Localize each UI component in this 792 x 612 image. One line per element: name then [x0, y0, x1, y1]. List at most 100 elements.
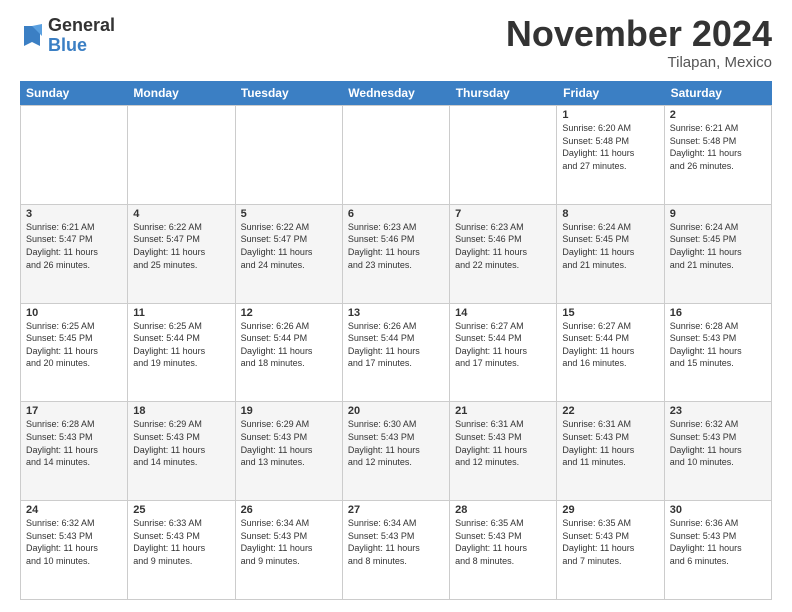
day-number: 5 [241, 208, 337, 220]
header-tuesday: Tuesday [235, 81, 342, 105]
calendar-cell: 13Sunrise: 6:26 AMSunset: 5:44 PMDayligh… [343, 304, 450, 403]
calendar-cell: 12Sunrise: 6:26 AMSunset: 5:44 PMDayligh… [236, 304, 343, 403]
calendar-cell: 7Sunrise: 6:23 AMSunset: 5:46 PMDaylight… [450, 205, 557, 304]
day-number: 24 [26, 504, 122, 516]
month-title: November 2024 [506, 16, 772, 52]
day-info: Sunrise: 6:25 AMSunset: 5:45 PMDaylight:… [26, 320, 122, 370]
day-info: Sunrise: 6:36 AMSunset: 5:43 PMDaylight:… [670, 517, 766, 567]
day-info: Sunrise: 6:25 AMSunset: 5:44 PMDaylight:… [133, 320, 229, 370]
day-number: 3 [26, 208, 122, 220]
day-number: 1 [562, 109, 658, 121]
day-number: 12 [241, 307, 337, 319]
calendar-cell: 29Sunrise: 6:35 AMSunset: 5:43 PMDayligh… [557, 501, 664, 600]
header-thursday: Thursday [450, 81, 557, 105]
calendar-cell: 3Sunrise: 6:21 AMSunset: 5:47 PMDaylight… [21, 205, 128, 304]
day-info: Sunrise: 6:23 AMSunset: 5:46 PMDaylight:… [348, 221, 444, 271]
day-info: Sunrise: 6:34 AMSunset: 5:43 PMDaylight:… [348, 517, 444, 567]
calendar-cell: 17Sunrise: 6:28 AMSunset: 5:43 PMDayligh… [21, 402, 128, 501]
day-number: 8 [562, 208, 658, 220]
day-number: 18 [133, 405, 229, 417]
calendar-row-3: 10Sunrise: 6:25 AMSunset: 5:45 PMDayligh… [21, 304, 772, 403]
calendar-cell [450, 106, 557, 205]
calendar-row-4: 17Sunrise: 6:28 AMSunset: 5:43 PMDayligh… [21, 402, 772, 501]
calendar-cell: 28Sunrise: 6:35 AMSunset: 5:43 PMDayligh… [450, 501, 557, 600]
location: Tilapan, Mexico [506, 54, 772, 71]
calendar-cell: 21Sunrise: 6:31 AMSunset: 5:43 PMDayligh… [450, 402, 557, 501]
calendar-cell: 22Sunrise: 6:31 AMSunset: 5:43 PMDayligh… [557, 402, 664, 501]
header-friday: Friday [557, 81, 664, 105]
calendar-cell: 24Sunrise: 6:32 AMSunset: 5:43 PMDayligh… [21, 501, 128, 600]
calendar-cell: 23Sunrise: 6:32 AMSunset: 5:43 PMDayligh… [665, 402, 772, 501]
calendar-cell: 11Sunrise: 6:25 AMSunset: 5:44 PMDayligh… [128, 304, 235, 403]
day-number: 16 [670, 307, 766, 319]
calendar-row-5: 24Sunrise: 6:32 AMSunset: 5:43 PMDayligh… [21, 501, 772, 600]
day-info: Sunrise: 6:22 AMSunset: 5:47 PMDaylight:… [241, 221, 337, 271]
day-info: Sunrise: 6:24 AMSunset: 5:45 PMDaylight:… [670, 221, 766, 271]
header: General Blue November 2024 Tilapan, Mexi… [20, 16, 772, 71]
calendar-cell: 20Sunrise: 6:30 AMSunset: 5:43 PMDayligh… [343, 402, 450, 501]
calendar-cell: 16Sunrise: 6:28 AMSunset: 5:43 PMDayligh… [665, 304, 772, 403]
day-number: 22 [562, 405, 658, 417]
day-info: Sunrise: 6:27 AMSunset: 5:44 PMDaylight:… [455, 320, 551, 370]
day-info: Sunrise: 6:26 AMSunset: 5:44 PMDaylight:… [241, 320, 337, 370]
day-info: Sunrise: 6:27 AMSunset: 5:44 PMDaylight:… [562, 320, 658, 370]
calendar-cell: 2Sunrise: 6:21 AMSunset: 5:48 PMDaylight… [665, 106, 772, 205]
day-number: 27 [348, 504, 444, 516]
calendar-cell: 18Sunrise: 6:29 AMSunset: 5:43 PMDayligh… [128, 402, 235, 501]
header-saturday: Saturday [665, 81, 772, 105]
day-info: Sunrise: 6:33 AMSunset: 5:43 PMDaylight:… [133, 517, 229, 567]
calendar-cell: 19Sunrise: 6:29 AMSunset: 5:43 PMDayligh… [236, 402, 343, 501]
day-number: 6 [348, 208, 444, 220]
day-number: 25 [133, 504, 229, 516]
title-block: November 2024 Tilapan, Mexico [506, 16, 772, 71]
day-number: 19 [241, 405, 337, 417]
calendar-cell: 25Sunrise: 6:33 AMSunset: 5:43 PMDayligh… [128, 501, 235, 600]
calendar-cell: 6Sunrise: 6:23 AMSunset: 5:46 PMDaylight… [343, 205, 450, 304]
day-number: 14 [455, 307, 551, 319]
day-number: 17 [26, 405, 122, 417]
day-number: 10 [26, 307, 122, 319]
logo-icon [20, 22, 44, 50]
day-info: Sunrise: 6:29 AMSunset: 5:43 PMDaylight:… [241, 418, 337, 468]
day-number: 15 [562, 307, 658, 319]
calendar-cell: 30Sunrise: 6:36 AMSunset: 5:43 PMDayligh… [665, 501, 772, 600]
header-wednesday: Wednesday [342, 81, 449, 105]
day-info: Sunrise: 6:31 AMSunset: 5:43 PMDaylight:… [455, 418, 551, 468]
day-number: 9 [670, 208, 766, 220]
calendar-cell: 27Sunrise: 6:34 AMSunset: 5:43 PMDayligh… [343, 501, 450, 600]
day-info: Sunrise: 6:29 AMSunset: 5:43 PMDaylight:… [133, 418, 229, 468]
day-info: Sunrise: 6:28 AMSunset: 5:43 PMDaylight:… [26, 418, 122, 468]
calendar-cell: 26Sunrise: 6:34 AMSunset: 5:43 PMDayligh… [236, 501, 343, 600]
day-number: 21 [455, 405, 551, 417]
calendar-cell: 14Sunrise: 6:27 AMSunset: 5:44 PMDayligh… [450, 304, 557, 403]
logo-general-text: General [48, 16, 115, 36]
day-info: Sunrise: 6:21 AMSunset: 5:48 PMDaylight:… [670, 122, 766, 172]
calendar-cell [21, 106, 128, 205]
day-info: Sunrise: 6:32 AMSunset: 5:43 PMDaylight:… [670, 418, 766, 468]
day-number: 7 [455, 208, 551, 220]
calendar: Sunday Monday Tuesday Wednesday Thursday… [20, 81, 772, 600]
calendar-cell [236, 106, 343, 205]
day-info: Sunrise: 6:20 AMSunset: 5:48 PMDaylight:… [562, 122, 658, 172]
header-monday: Monday [127, 81, 234, 105]
day-number: 23 [670, 405, 766, 417]
day-info: Sunrise: 6:24 AMSunset: 5:45 PMDaylight:… [562, 221, 658, 271]
day-info: Sunrise: 6:22 AMSunset: 5:47 PMDaylight:… [133, 221, 229, 271]
calendar-row-2: 3Sunrise: 6:21 AMSunset: 5:47 PMDaylight… [21, 205, 772, 304]
calendar-cell [343, 106, 450, 205]
logo-blue-text: Blue [48, 36, 115, 56]
day-number: 2 [670, 109, 766, 121]
day-info: Sunrise: 6:21 AMSunset: 5:47 PMDaylight:… [26, 221, 122, 271]
page: General Blue November 2024 Tilapan, Mexi… [0, 0, 792, 612]
calendar-cell: 8Sunrise: 6:24 AMSunset: 5:45 PMDaylight… [557, 205, 664, 304]
day-info: Sunrise: 6:32 AMSunset: 5:43 PMDaylight:… [26, 517, 122, 567]
calendar-cell: 10Sunrise: 6:25 AMSunset: 5:45 PMDayligh… [21, 304, 128, 403]
calendar-cell: 15Sunrise: 6:27 AMSunset: 5:44 PMDayligh… [557, 304, 664, 403]
day-number: 26 [241, 504, 337, 516]
calendar-cell: 1Sunrise: 6:20 AMSunset: 5:48 PMDaylight… [557, 106, 664, 205]
calendar-cell [128, 106, 235, 205]
day-info: Sunrise: 6:35 AMSunset: 5:43 PMDaylight:… [562, 517, 658, 567]
calendar-body: 1Sunrise: 6:20 AMSunset: 5:48 PMDaylight… [20, 105, 772, 600]
day-info: Sunrise: 6:31 AMSunset: 5:43 PMDaylight:… [562, 418, 658, 468]
calendar-cell: 9Sunrise: 6:24 AMSunset: 5:45 PMDaylight… [665, 205, 772, 304]
